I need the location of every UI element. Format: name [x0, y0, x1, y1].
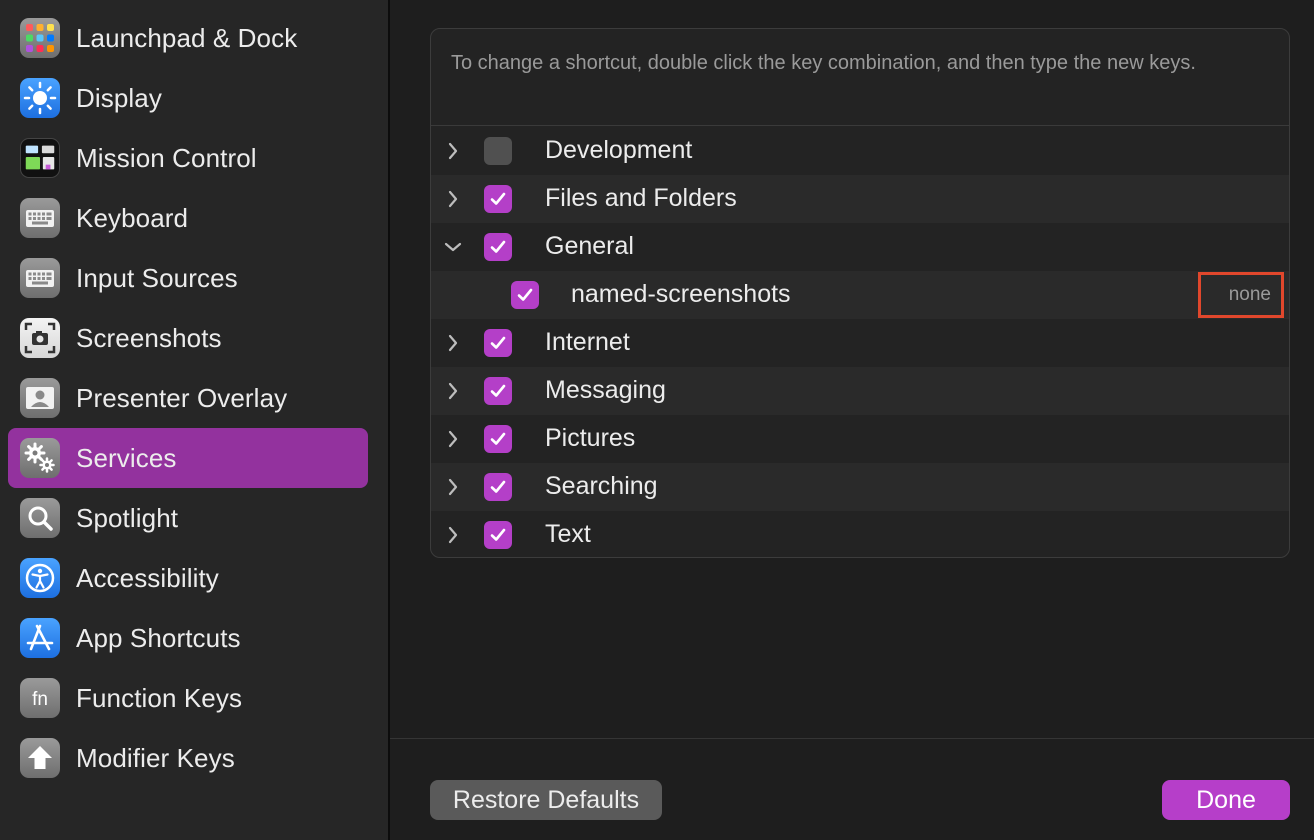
- function-keys-icon: fn: [20, 678, 60, 718]
- sidebar-item-spotlight[interactable]: Spotlight: [8, 488, 368, 548]
- instructions-text: To change a shortcut, double click the k…: [451, 52, 1196, 74]
- checkbox-searching[interactable]: [484, 473, 512, 501]
- sidebar-item-modifier-keys[interactable]: Modifier Keys: [8, 728, 368, 788]
- row-label: General: [545, 232, 634, 260]
- sidebar-item-label: Keyboard: [76, 202, 189, 233]
- checkmark-icon: [490, 528, 506, 541]
- list-row-general[interactable]: General: [431, 223, 1289, 271]
- chevron-right-icon[interactable]: [441, 475, 465, 499]
- chevron-right-icon[interactable]: [441, 523, 465, 547]
- keyboard-icon: [20, 198, 60, 238]
- restore-defaults-button[interactable]: Restore Defaults: [430, 780, 662, 820]
- list-row-searching[interactable]: Searching: [431, 463, 1289, 511]
- sidebar-item-label: Mission Control: [76, 142, 257, 173]
- screenshots-icon: [20, 318, 60, 358]
- list-row-messaging[interactable]: Messaging: [431, 367, 1289, 415]
- row-label: Messaging: [545, 376, 666, 404]
- presenter-overlay-icon: [20, 378, 60, 418]
- list-row-named-screenshots[interactable]: named-screenshots none: [431, 271, 1289, 319]
- done-button[interactable]: Done: [1162, 780, 1290, 820]
- row-label: Text: [545, 520, 591, 548]
- sidebar-item-label: Launchpad & Dock: [76, 22, 298, 53]
- modifier-keys-icon: [20, 738, 60, 778]
- svg-text:fn: fn: [32, 689, 48, 710]
- keyboard-shortcuts-window: Launchpad & Dock Display Mission Control…: [0, 0, 1314, 840]
- checkmark-icon: [490, 336, 506, 349]
- checkmark-icon: [517, 288, 533, 301]
- sidebar-item-services[interactable]: Services: [8, 428, 368, 488]
- footer-divider: [390, 738, 1314, 739]
- checkmark-icon: [490, 432, 506, 445]
- list-row-pictures[interactable]: Pictures: [431, 415, 1289, 463]
- checkbox-internet[interactable]: [484, 329, 512, 357]
- services-gear-icon: [20, 438, 60, 478]
- sidebar-item-label: App Shortcuts: [76, 622, 241, 653]
- sidebar-item-label: Modifier Keys: [76, 742, 235, 773]
- spotlight-icon: [20, 498, 60, 538]
- sidebar-item-label: Accessibility: [76, 562, 219, 593]
- launchpad-icon: [20, 18, 60, 58]
- sidebar: Launchpad & Dock Display Mission Control…: [0, 0, 388, 840]
- app-shortcuts-icon: [20, 618, 60, 658]
- sidebar-item-screenshots[interactable]: Screenshots: [8, 308, 368, 368]
- row-label: Files and Folders: [545, 184, 737, 212]
- shortcut-field[interactable]: none: [1198, 272, 1284, 318]
- sidebar-item-display[interactable]: Display: [8, 68, 368, 128]
- sidebar-item-function-keys[interactable]: fn Function Keys: [8, 668, 368, 728]
- sidebar-item-label: Input Sources: [76, 262, 238, 293]
- row-label: named-screenshots: [571, 280, 791, 308]
- checkmark-icon: [490, 384, 506, 397]
- chevron-right-icon[interactable]: [441, 187, 465, 211]
- main-content: To change a shortcut, double click the k…: [390, 0, 1314, 840]
- checkbox-pictures[interactable]: [484, 425, 512, 453]
- sidebar-item-label: Function Keys: [76, 682, 243, 713]
- checkmark-icon: [490, 240, 506, 253]
- sidebar-item-label: Spotlight: [76, 502, 179, 533]
- sidebar-item-presenter-overlay[interactable]: Presenter Overlay: [8, 368, 368, 428]
- chevron-right-icon[interactable]: [441, 379, 465, 403]
- display-icon: [20, 78, 60, 118]
- row-label: Pictures: [545, 424, 636, 452]
- checkmark-icon: [490, 480, 506, 493]
- list-row-files-and-folders[interactable]: Files and Folders: [431, 175, 1289, 223]
- sidebar-item-label: Display: [76, 82, 162, 113]
- chevron-right-icon[interactable]: [441, 139, 465, 163]
- sidebar-item-keyboard[interactable]: Keyboard: [8, 188, 368, 248]
- checkbox-general[interactable]: [484, 233, 512, 261]
- chevron-down-icon[interactable]: [441, 235, 465, 259]
- sidebar-item-accessibility[interactable]: Accessibility: [8, 548, 368, 608]
- sidebar-item-app-shortcuts[interactable]: App Shortcuts: [8, 608, 368, 668]
- input-sources-icon: [20, 258, 60, 298]
- mission-control-icon: [20, 138, 60, 178]
- accessibility-icon: [20, 558, 60, 598]
- checkbox-named-screenshots[interactable]: [511, 281, 539, 309]
- checkbox-files-and-folders[interactable]: [484, 185, 512, 213]
- sidebar-item-label: Screenshots: [76, 322, 222, 353]
- sidebar-item-input-sources[interactable]: Input Sources: [8, 248, 368, 308]
- checkbox-text[interactable]: [484, 521, 512, 549]
- chevron-right-icon[interactable]: [441, 331, 465, 355]
- sidebar-item-label: Presenter Overlay: [76, 382, 288, 413]
- checkmark-icon: [490, 192, 506, 205]
- services-shortcut-list: To change a shortcut, double click the k…: [430, 28, 1290, 558]
- divider: [431, 125, 1289, 126]
- list-row-text[interactable]: Text: [431, 511, 1289, 557]
- sidebar-item-label: Services: [76, 442, 177, 473]
- row-label: Internet: [545, 328, 630, 356]
- checkbox-messaging[interactable]: [484, 377, 512, 405]
- row-label: Development: [545, 136, 693, 164]
- chevron-right-icon[interactable]: [441, 427, 465, 451]
- row-label: Searching: [545, 472, 658, 500]
- checkbox-development[interactable]: [484, 137, 512, 165]
- list-row-internet[interactable]: Internet: [431, 319, 1289, 367]
- list-row-development[interactable]: Development: [431, 127, 1289, 175]
- sidebar-item-launchpad-dock[interactable]: Launchpad & Dock: [8, 8, 368, 68]
- sidebar-item-mission-control[interactable]: Mission Control: [8, 128, 368, 188]
